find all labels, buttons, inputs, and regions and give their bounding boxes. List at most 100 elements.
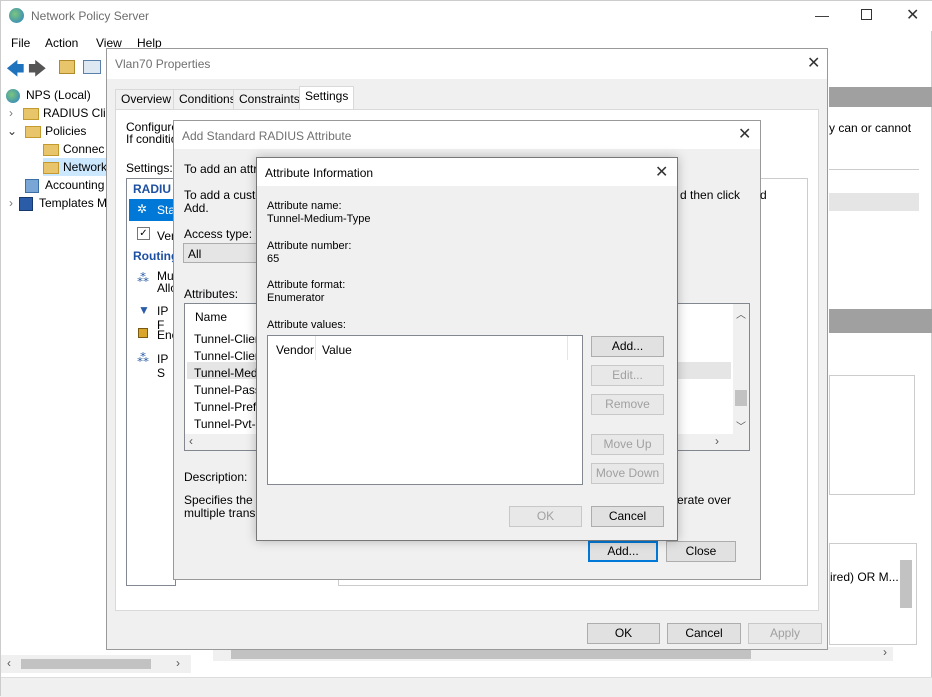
table-row[interactable]: Tunnel-Pvt-G xyxy=(194,417,265,431)
right-bottom-list: ired) OR M... xyxy=(829,543,917,645)
settings-list: RADIU ✲ Sta ✓ Ver Routing ⁂ Mu Allo ▼ IP… xyxy=(126,178,178,586)
tree-item-network-policies[interactable]: Network xyxy=(43,158,108,176)
scroll-right-icon[interactable]: › xyxy=(715,434,719,448)
attribute-information-dialog: Attribute Information ✕ Attribute name: … xyxy=(256,157,678,541)
intro-text-2-right: d then click xyxy=(680,188,741,202)
tab-conditions[interactable]: Conditions xyxy=(173,89,242,109)
add-attribute-button[interactable]: Add... xyxy=(588,541,658,562)
tree-item-accounting[interactable]: Accounting xyxy=(25,176,104,194)
right-header-band xyxy=(829,87,932,107)
tab-strip: Overview Conditions Constraints Settings xyxy=(115,86,815,109)
scroll-thumb[interactable] xyxy=(735,390,747,406)
settings-label: Settings: xyxy=(126,161,173,175)
window-title: Network Policy Server xyxy=(31,9,150,23)
configure-text-2: If conditio xyxy=(126,132,178,146)
attribute-format-value: Enumerator xyxy=(267,292,325,304)
chevron-right-icon[interactable]: › xyxy=(9,106,13,120)
settings-item-multilink[interactable]: ⁂ Mu Allo xyxy=(129,267,177,295)
maximize-button[interactable] xyxy=(861,9,872,20)
scroll-right-icon[interactable]: › xyxy=(176,656,180,670)
right-details-box xyxy=(829,375,915,495)
move-down-button[interactable]: Move Down xyxy=(591,463,664,484)
remove-value-button[interactable]: Remove xyxy=(591,394,664,415)
folder-icon xyxy=(43,143,59,156)
col-header-name[interactable]: Name xyxy=(195,310,227,324)
attribute-values-list[interactable]: Vendor Value xyxy=(267,335,583,485)
right-pane-text: y can or cannot xyxy=(829,121,912,135)
settings-item-vendor[interactable]: ✓ Ver xyxy=(129,225,175,245)
right-list-scrollbar[interactable] xyxy=(900,560,912,608)
scroll-thumb[interactable] xyxy=(231,649,751,659)
close-icon[interactable]: ✕ xyxy=(807,56,820,72)
settings-item-ip-settings[interactable]: ⁂ IP S xyxy=(129,349,175,380)
attr-info-title: Attribute Information xyxy=(265,166,374,180)
intro-text-2: To add a custo xyxy=(184,188,263,202)
close-button[interactable]: Close xyxy=(666,541,736,562)
accounting-icon xyxy=(25,178,39,193)
cancel-button[interactable]: Cancel xyxy=(591,506,664,527)
col-header-value[interactable]: Value xyxy=(316,336,568,360)
intro-text-2-right-b: d xyxy=(760,188,767,202)
chevron-down-icon[interactable]: ⌄ xyxy=(7,124,17,138)
attribute-number-value: 65 xyxy=(267,253,280,265)
folder-icon xyxy=(25,125,42,138)
tree-item-radius-clients[interactable]: › RADIUS Clie xyxy=(9,104,112,122)
open-folder-icon xyxy=(43,161,59,174)
vertical-scrollbar[interactable]: ︿ ﹀ xyxy=(733,304,749,450)
folder-icon xyxy=(23,107,39,120)
properties-title-bar: Vlan70 Properties ✕ xyxy=(107,49,827,79)
attr-info-title-bar: Attribute Information ✕ xyxy=(257,158,677,186)
attribute-name-value: Tunnel-Medium-Type xyxy=(267,213,371,225)
attribute-values-label: Attribute values: xyxy=(267,319,346,331)
tree-item-nps-local[interactable]: NPS (Local) xyxy=(6,86,91,104)
attribute-name-label: Attribute name: xyxy=(267,200,342,212)
settings-item-ip-filters[interactable]: ▼ IP F xyxy=(129,301,175,332)
intro-text-3: Add. xyxy=(184,201,209,215)
tab-settings[interactable]: Settings xyxy=(299,86,355,109)
scroll-down-icon[interactable]: ﹀ xyxy=(736,418,746,433)
ok-button[interactable]: OK xyxy=(509,506,582,527)
right-list-item-text: ired) OR M... xyxy=(830,570,899,584)
tree-item-templates[interactable]: › Templates M xyxy=(9,194,107,212)
status-bar xyxy=(1,677,932,697)
tree-item-connection-request[interactable]: Connec xyxy=(43,140,104,158)
scroll-left-icon[interactable]: ‹ xyxy=(7,656,11,670)
access-type-select[interactable]: All xyxy=(183,243,263,263)
scroll-thumb[interactable] xyxy=(21,659,151,669)
menu-file[interactable]: File xyxy=(11,36,30,50)
add-std-title-bar: Add Standard RADIUS Attribute ✕ xyxy=(174,121,760,149)
chevron-right-icon[interactable]: › xyxy=(9,196,13,210)
globe-icon xyxy=(6,88,20,103)
up-folder-icon[interactable] xyxy=(59,60,75,74)
show-hide-tree-icon[interactable] xyxy=(83,60,101,74)
tab-overview[interactable]: Overview xyxy=(115,89,178,109)
attribute-format-label: Attribute format: xyxy=(267,279,346,291)
settings-item-standard[interactable]: ✲ Sta xyxy=(129,199,175,221)
templates-icon xyxy=(19,196,33,211)
col-header-vendor[interactable]: Vendor xyxy=(268,336,316,360)
tree-item-policies[interactable]: ⌄ Policies xyxy=(7,122,86,140)
filter-icon: ▼ xyxy=(138,303,150,317)
properties-title: Vlan70 Properties xyxy=(115,57,211,71)
settings-item-encryption[interactable]: Enc xyxy=(129,325,178,345)
minimize-button[interactable]: — xyxy=(815,7,829,23)
scroll-right-icon[interactable]: › xyxy=(883,645,887,659)
menu-action[interactable]: Action xyxy=(45,36,78,50)
scroll-left-icon[interactable]: ‹ xyxy=(189,434,193,448)
close-icon[interactable]: ✕ xyxy=(738,127,751,143)
checklist-icon: ✓ xyxy=(137,227,150,240)
tree-horizontal-scrollbar[interactable]: ‹ › xyxy=(1,655,191,673)
network-icon: ⁂ xyxy=(137,271,149,285)
add-value-button[interactable]: Add... xyxy=(591,336,664,357)
ok-button[interactable]: OK xyxy=(587,623,660,644)
move-up-button[interactable]: Move Up xyxy=(591,434,664,455)
edit-value-button[interactable]: Edit... xyxy=(591,365,664,386)
description-label: Description: xyxy=(184,470,248,484)
scroll-up-icon[interactable]: ︿ xyxy=(736,306,746,321)
apply-button[interactable]: Apply xyxy=(748,623,822,644)
tab-constraints[interactable]: Constraints xyxy=(233,89,306,109)
cancel-button[interactable]: Cancel xyxy=(667,623,741,644)
close-window-button[interactable]: ✕ xyxy=(906,8,919,24)
right-header-band-2 xyxy=(829,309,932,333)
close-icon[interactable]: ✕ xyxy=(655,165,668,181)
